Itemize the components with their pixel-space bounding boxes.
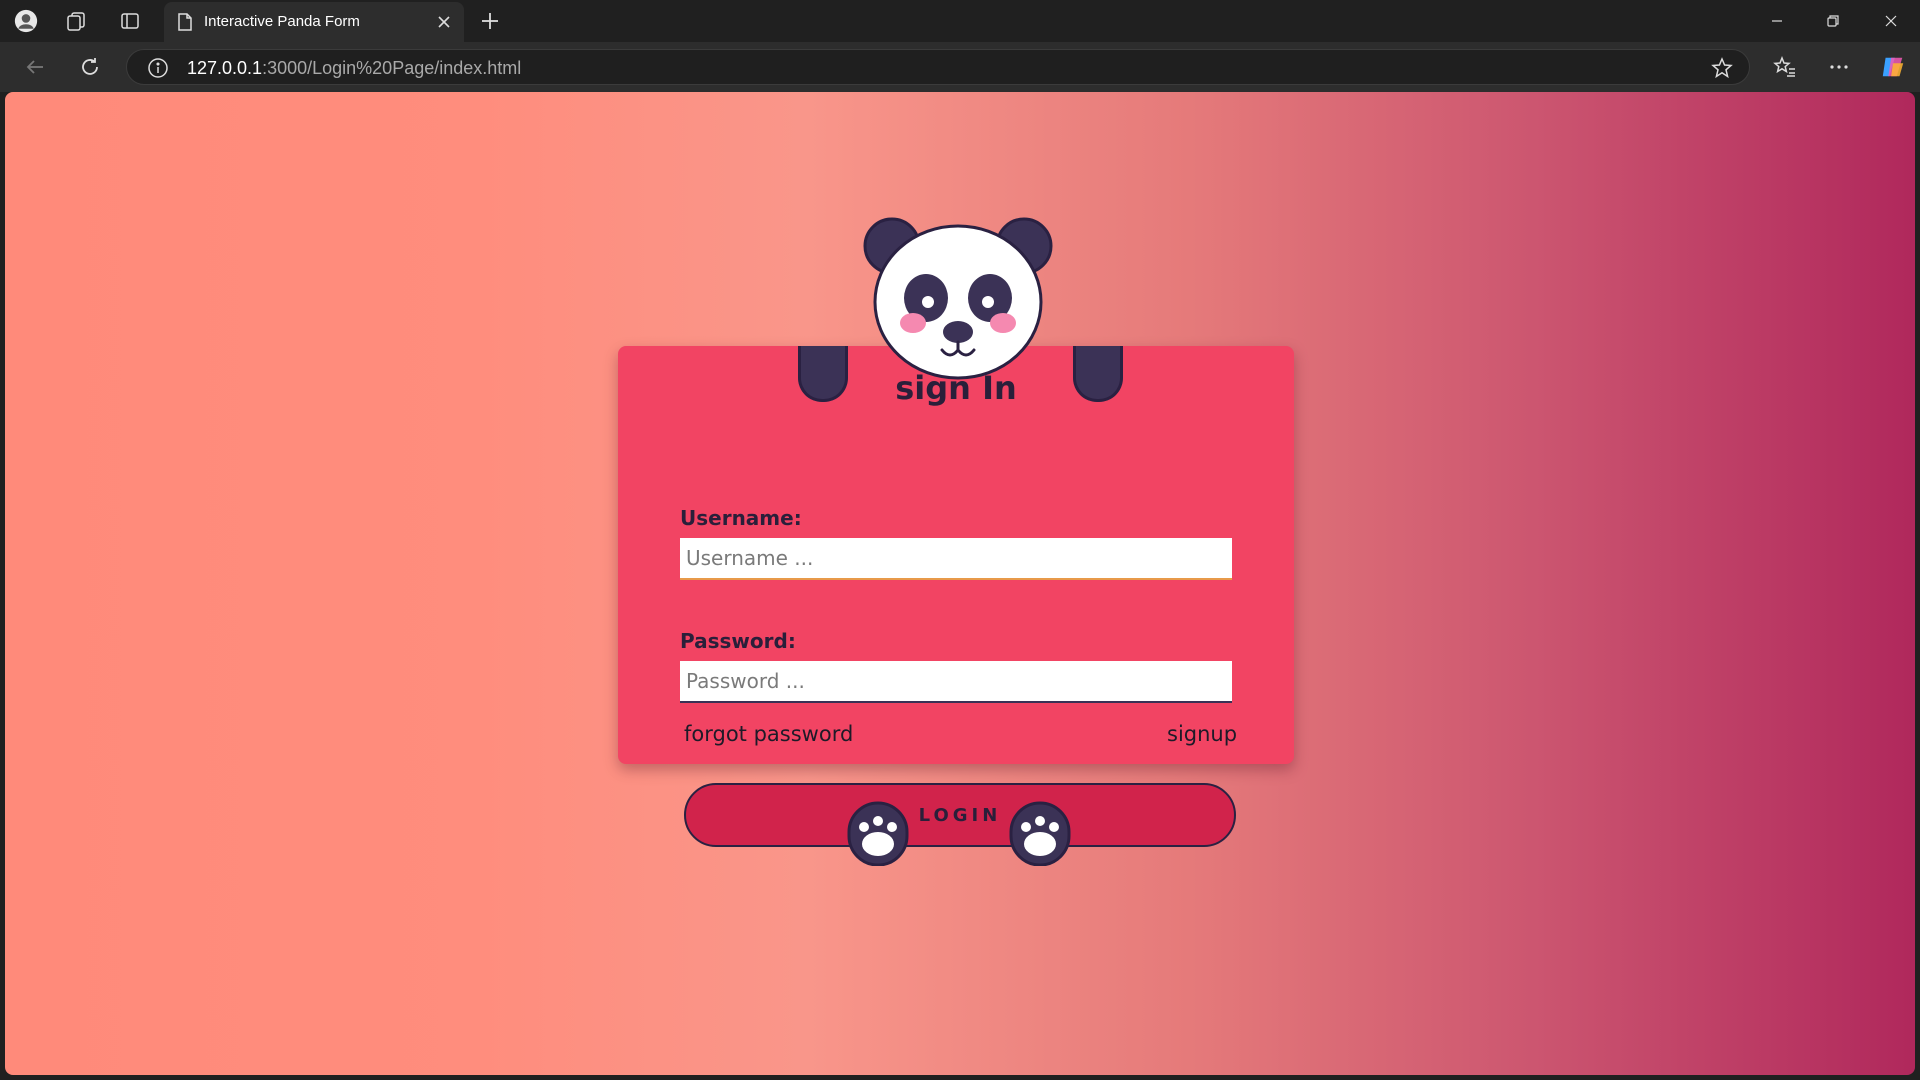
refresh-icon[interactable]: [77, 54, 103, 80]
username-input[interactable]: [680, 538, 1232, 580]
tab-title: Interactive Panda Form: [204, 13, 360, 30]
minimize-icon[interactable]: [1762, 8, 1792, 34]
panda-left-paw-icon: [847, 801, 909, 866]
profile-icon[interactable]: [14, 9, 38, 33]
sidebar-icon[interactable]: [118, 9, 142, 33]
plus-icon[interactable]: [478, 9, 502, 33]
collections-icon[interactable]: [64, 9, 88, 33]
forgot-password-link[interactable]: forgot password: [684, 722, 853, 746]
login-button[interactable]: LOGIN: [684, 783, 1236, 847]
star-icon[interactable]: [1711, 57, 1733, 79]
window-close-icon[interactable]: [1876, 8, 1906, 34]
close-icon[interactable]: [434, 12, 454, 32]
password-label: Password:: [680, 629, 796, 653]
password-input[interactable]: [680, 661, 1232, 703]
title-bar: Interactive Panda Form: [0, 0, 1920, 42]
url-text: 127.0.0.1:3000/Login%20Page/index.html: [187, 58, 521, 79]
favorites-icon[interactable]: [1772, 54, 1798, 80]
address-bar[interactable]: 127.0.0.1:3000/Login%20Page/index.html: [126, 49, 1750, 85]
back-arrow-icon[interactable]: [22, 54, 48, 80]
browser-toolbar: 127.0.0.1:3000/Login%20Page/index.html: [0, 42, 1920, 92]
restore-icon[interactable]: [1818, 8, 1848, 34]
panda-right-paw-icon: [1009, 801, 1071, 866]
panda-head-icon: [863, 217, 1053, 380]
form-title: sign In: [895, 369, 1017, 407]
url-host: 127.0.0.1: [187, 58, 263, 78]
info-icon[interactable]: [147, 57, 169, 79]
more-icon[interactable]: [1826, 54, 1852, 80]
url-path: :3000/Login%20Page/index.html: [262, 58, 522, 78]
signup-link[interactable]: signup: [1167, 722, 1237, 746]
page-icon: [176, 12, 194, 36]
tab-active[interactable]: Interactive Panda Form: [164, 2, 464, 42]
username-label: Username:: [680, 506, 802, 530]
copilot-icon[interactable]: [1880, 54, 1906, 80]
